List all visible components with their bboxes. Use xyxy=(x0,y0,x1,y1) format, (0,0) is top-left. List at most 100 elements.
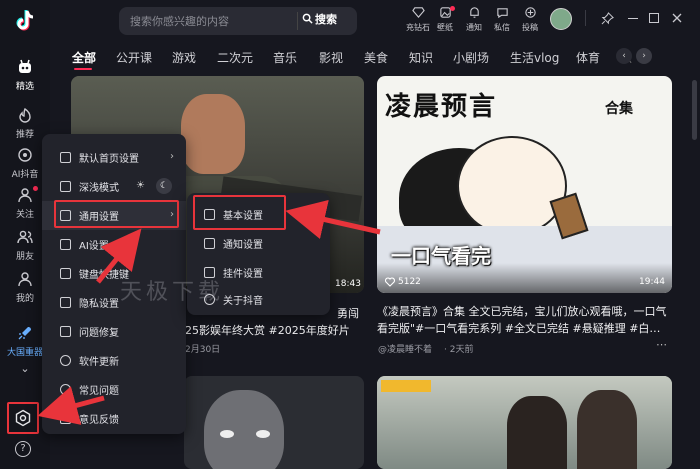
menu-item-label: 深浅模式 xyxy=(79,183,119,194)
theme-icon xyxy=(60,181,71,192)
moon-icon[interactable]: ☾ xyxy=(156,178,172,194)
tab-all[interactable]: 全部 xyxy=(72,49,96,66)
menu-item-update[interactable]: 软件更新 xyxy=(42,346,186,375)
sidebar-item-label: 推荐 xyxy=(15,130,34,140)
top-action-upload[interactable]: 投稿 xyxy=(510,6,550,33)
video-duration: 19:44 xyxy=(639,277,665,287)
recommend-icon xyxy=(19,107,31,123)
menu-item-label: 默认首页设置 xyxy=(79,154,139,165)
video-card-collection[interactable]: 凌晨预言 合集 一口气看完 5122 19:44 xyxy=(377,76,672,293)
tab-music[interactable]: 音乐 xyxy=(273,49,297,66)
sidebar-item-recommend[interactable]: 推荐 xyxy=(0,106,50,140)
repair-icon xyxy=(60,326,71,337)
menu-item-label: 关于抖音 xyxy=(223,296,263,307)
video-author[interactable]: @凌晨睡不着 xyxy=(378,342,432,355)
search-button-label: 搜索 xyxy=(315,13,337,26)
sun-icon[interactable]: ☀ xyxy=(136,180,145,191)
menu-item-label: 挂件设置 xyxy=(223,269,263,280)
tab-acg[interactable]: 二次元 xyxy=(217,49,253,66)
rocket-icon xyxy=(18,327,31,340)
video-title-fragment[interactable]: 勇闯 xyxy=(337,305,359,322)
video-card-horror[interactable] xyxy=(184,376,364,469)
upload-icon xyxy=(524,7,536,18)
video-duration: 18:43 xyxy=(335,279,361,289)
menu-item-label: 意见反馈 xyxy=(79,415,119,426)
feedback-icon xyxy=(60,413,71,424)
menu-item-theme[interactable]: 深浅模式 ☀ ☾ xyxy=(42,172,186,201)
horror-eye xyxy=(220,430,234,438)
video-title[interactable]: 《凌晨预言》合集 全文已完结，宝儿们放心观看哦，一口气看完版"#一口气看完系列 … xyxy=(377,303,669,337)
tab-film[interactable]: 影视 xyxy=(319,49,343,66)
menu-item-ai-settings[interactable]: AI设置 xyxy=(42,230,186,259)
menu-item-label: 软件更新 xyxy=(79,357,119,368)
faq-icon xyxy=(60,384,71,395)
menu-item-default-home[interactable]: 默认首页设置 › xyxy=(42,143,186,172)
friends-icon xyxy=(17,230,33,244)
tab-food[interactable]: 美食 xyxy=(364,49,388,66)
sidebar-item-featured[interactable]: 精选 xyxy=(0,52,50,92)
notify-settings-icon xyxy=(204,238,215,249)
sidebar-item-label: 大国重器 xyxy=(6,348,43,358)
chevron-right-icon: › xyxy=(170,151,174,162)
actor-face xyxy=(181,94,245,174)
video-time: · 2天前 xyxy=(444,345,474,355)
close-icon[interactable] xyxy=(672,13,682,23)
menu-item-label: 隐私设置 xyxy=(79,299,119,310)
more-options-icon[interactable]: ⋯ xyxy=(656,338,667,351)
tab-mini-drama[interactable]: 小剧场 xyxy=(453,49,489,66)
watermark: 天极下载 xyxy=(120,280,225,305)
tabs-next-button[interactable]: › xyxy=(636,48,652,64)
top-action-label: 通知 xyxy=(466,23,482,32)
menu-item-faq[interactable]: 常见问题 xyxy=(42,375,186,404)
video-date: 2月30日 xyxy=(185,345,221,355)
tabs-prev-button[interactable]: ‹ xyxy=(616,48,632,64)
cover-title: 凌晨预言 xyxy=(385,92,498,122)
douyin-logo[interactable] xyxy=(12,8,38,34)
search-divider xyxy=(297,12,298,30)
update-icon xyxy=(60,355,71,366)
tab-open-class[interactable]: 公开课 xyxy=(116,49,152,66)
menu-item-repair[interactable]: 问题修复 xyxy=(42,317,186,346)
search-button[interactable]: 搜索 xyxy=(302,11,354,31)
tab-knowledge[interactable]: 知识 xyxy=(409,49,433,66)
menu-item-label: 常见问题 xyxy=(79,386,119,397)
video-title[interactable]: 25影娱年终大赏 #2025年度好片 xyxy=(185,322,350,339)
unread-dot xyxy=(33,186,38,191)
horror-eye xyxy=(256,430,270,438)
heart-icon xyxy=(385,277,395,287)
top-action-label: 壁纸 xyxy=(437,23,453,32)
menu-item-feedback[interactable]: 意见反馈 xyxy=(42,404,186,433)
minimize-button[interactable] xyxy=(628,18,638,20)
maximize-button[interactable] xyxy=(649,13,659,23)
sidebar-item-label: 朋友 xyxy=(15,252,34,262)
tab-sports[interactable]: 体育 xyxy=(576,49,600,66)
search-placeholder: 搜索你感兴趣的内容 xyxy=(130,15,229,28)
general-settings-highlight-box xyxy=(54,200,179,228)
menu-item-label: AI设置 xyxy=(79,241,109,252)
menu-item-label: 问题修复 xyxy=(79,328,119,339)
pin-icon[interactable] xyxy=(601,12,614,25)
lock-icon xyxy=(60,297,71,308)
sidebar-item-label: 关注 xyxy=(15,210,34,220)
submenu-item-notification-settings[interactable]: 通知设置 xyxy=(187,229,330,258)
tab-active-indicator xyxy=(74,68,92,70)
sidebar-item-label: 我的 xyxy=(15,294,34,304)
toolbar-divider xyxy=(585,10,586,26)
diamond-icon xyxy=(411,7,425,18)
cover-badge xyxy=(381,380,431,392)
scrollbar[interactable] xyxy=(692,80,697,140)
cover-gradient xyxy=(377,263,672,293)
tab-games[interactable]: 游戏 xyxy=(172,49,196,66)
like-count: 5122 xyxy=(398,277,421,287)
character-face xyxy=(457,136,567,236)
help-icon[interactable]: ? xyxy=(15,441,31,457)
ai-icon xyxy=(18,148,32,162)
avatar[interactable] xyxy=(550,8,572,30)
settings-gear-icon[interactable] xyxy=(14,409,32,427)
menu-item-label: 通知设置 xyxy=(223,240,263,251)
video-card-school[interactable] xyxy=(377,376,672,469)
bell-icon xyxy=(469,7,479,18)
home-icon xyxy=(19,59,31,73)
tab-life-vlog[interactable]: 生活vlog xyxy=(510,49,559,66)
sidebar-item-label: 精选 xyxy=(15,82,34,92)
